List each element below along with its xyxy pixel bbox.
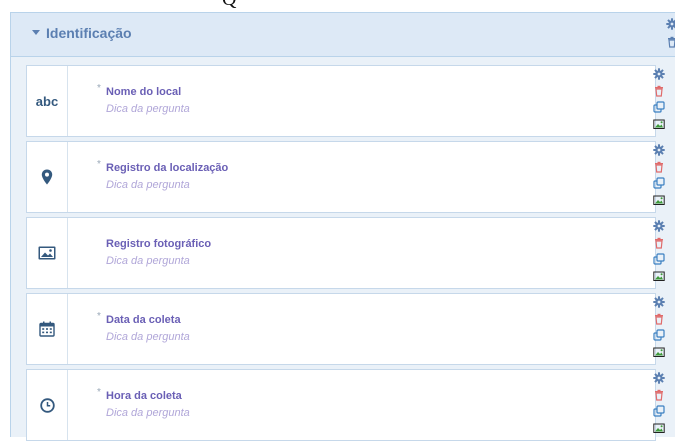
trash-icon[interactable]: [653, 389, 665, 401]
question-hint[interactable]: Dica da pergunta: [106, 407, 190, 419]
trash-icon[interactable]: [653, 313, 665, 325]
gear-icon[interactable]: [653, 220, 665, 232]
gear-icon[interactable]: [666, 18, 675, 30]
question-title[interactable]: Data da coleta: [106, 314, 181, 326]
gear-icon[interactable]: [653, 296, 665, 308]
question-type-cell: [27, 142, 68, 212]
question-body[interactable]: * Data da coleta Dica da pergunta: [78, 294, 578, 364]
duplicate-icon[interactable]: [653, 253, 665, 265]
duplicate-icon[interactable]: [653, 405, 665, 417]
location-pin-icon: [41, 169, 53, 185]
gear-icon[interactable]: [653, 144, 665, 156]
caret-down-icon[interactable]: [32, 30, 40, 35]
duplicate-icon[interactable]: [653, 177, 665, 189]
question-title[interactable]: Hora da coleta: [106, 390, 182, 402]
question-body[interactable]: * Registro da localização Dica da pergun…: [78, 142, 578, 212]
section-header[interactable]: Identificação: [11, 13, 675, 57]
question-body[interactable]: * Nome do local Dica da pergunta: [78, 66, 578, 136]
add-image-icon[interactable]: [653, 194, 665, 206]
question-hint[interactable]: Dica da pergunta: [106, 179, 190, 191]
trash-icon[interactable]: [653, 237, 665, 249]
section-title: Identificação: [46, 25, 132, 41]
cropped-header-text: Q: [222, 0, 236, 10]
question-row[interactable]: abc * Nome do local Dica da pergunta: [26, 65, 656, 137]
cropped-page-header: Q: [0, 0, 675, 10]
question-title[interactable]: Registro da localização: [106, 162, 228, 174]
add-image-icon[interactable]: [653, 422, 665, 434]
question-type-cell: [27, 294, 68, 364]
question-hint[interactable]: Dica da pergunta: [106, 103, 190, 115]
gear-icon[interactable]: [653, 372, 665, 384]
question-title[interactable]: Registro fotográfico: [106, 238, 211, 250]
question-row[interactable]: * Hora da coleta Dica da pergunta: [26, 369, 656, 441]
add-image-icon[interactable]: [653, 346, 665, 358]
question-hint[interactable]: Dica da pergunta: [106, 331, 190, 343]
required-asterisk: *: [97, 159, 101, 170]
image-icon: [38, 246, 56, 260]
question-tools: [651, 66, 667, 132]
question-type-cell: [27, 370, 68, 440]
add-image-icon[interactable]: [653, 118, 665, 130]
gear-icon[interactable]: [653, 68, 665, 80]
required-asterisk: *: [97, 387, 101, 398]
trash-icon[interactable]: [666, 36, 675, 48]
required-asterisk: *: [97, 83, 101, 94]
question-type-cell: abc: [27, 66, 68, 136]
clock-icon: [39, 397, 55, 413]
trash-icon[interactable]: [653, 85, 665, 97]
question-row[interactable]: Registro fotográfico Dica da pergunta: [26, 217, 656, 289]
question-title[interactable]: Nome do local: [106, 86, 181, 98]
question-row[interactable]: * Registro da localização Dica da pergun…: [26, 141, 656, 213]
question-hint[interactable]: Dica da pergunta: [106, 255, 190, 267]
duplicate-icon[interactable]: [653, 329, 665, 341]
duplicate-icon[interactable]: [653, 101, 665, 113]
required-asterisk: *: [97, 311, 101, 322]
text-abc-icon: abc: [35, 93, 59, 109]
calendar-icon: [39, 321, 55, 337]
question-row[interactable]: * Data da coleta Dica da pergunta: [26, 293, 656, 365]
question-tools: [651, 370, 667, 436]
question-tools: [651, 294, 667, 360]
add-image-icon[interactable]: [653, 270, 665, 282]
question-tools: [651, 218, 667, 284]
trash-icon[interactable]: [653, 161, 665, 173]
question-tools: [651, 142, 667, 208]
section-identificacao: Identificação abc * Nome do local Dica d…: [10, 12, 675, 441]
question-body[interactable]: * Hora da coleta Dica da pergunta: [78, 370, 578, 440]
question-type-cell: [27, 218, 68, 288]
question-body[interactable]: Registro fotográfico Dica da pergunta: [78, 218, 578, 288]
